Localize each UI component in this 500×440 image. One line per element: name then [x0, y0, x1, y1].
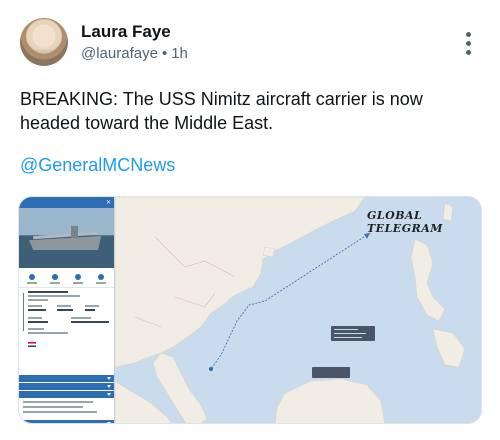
section-vessel-particulars	[19, 391, 114, 398]
position-label	[331, 326, 375, 341]
section-port-calls	[19, 375, 114, 382]
panel-header: ✕	[19, 197, 114, 208]
meta-separator: •	[161, 45, 168, 62]
mention-link[interactable]: @GeneralMCNews	[20, 155, 175, 176]
author-handle[interactable]: @laurafaye	[81, 45, 158, 62]
track-icon	[50, 274, 61, 284]
more-options-icon[interactable]	[462, 32, 474, 58]
track-end-point	[209, 367, 213, 371]
map: GLOBAL TELEGRAM	[114, 197, 481, 423]
vessel-name-label	[312, 367, 350, 378]
author-name[interactable]: Laura Faye	[81, 22, 171, 42]
watermark: GLOBAL TELEGRAM	[367, 209, 443, 235]
ship-photo	[19, 208, 114, 268]
flag-icon	[28, 342, 36, 348]
author-meta: @laurafaye • 1h	[81, 45, 188, 62]
vessel-info-panel: ✕	[19, 197, 115, 423]
section-weather	[19, 383, 114, 390]
voyage-info	[19, 288, 114, 374]
photos-icon	[72, 274, 83, 284]
post-time[interactable]: 1h	[171, 45, 188, 62]
post-image[interactable]: ✕ GLOBAL TELEGRAM	[18, 196, 482, 424]
add-fleet-icon	[95, 274, 106, 284]
avatar[interactable]	[20, 18, 68, 66]
post-text: BREAKING: The USS Nimitz aircraft carrie…	[20, 89, 423, 133]
details-icon	[27, 274, 38, 284]
island-small	[262, 246, 276, 258]
tweet: Laura Faye @laurafaye • 1h BREAKING: The U…	[0, 0, 500, 440]
section-ais-note	[19, 420, 114, 423]
close-icon: ✕	[105, 200, 111, 206]
panel-action-icons	[19, 268, 114, 288]
